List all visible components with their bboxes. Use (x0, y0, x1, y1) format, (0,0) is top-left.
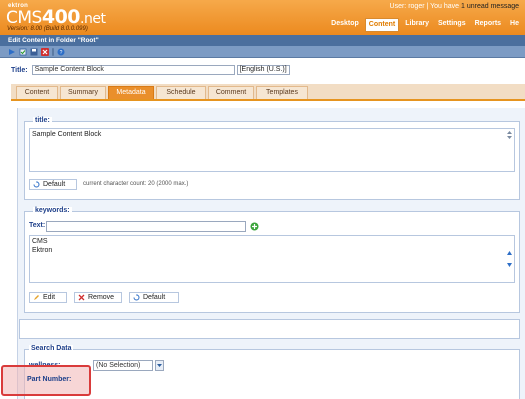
keyword-text-input[interactable] (46, 221, 246, 232)
keywords-scrollbar[interactable] (506, 237, 513, 281)
language-indicator: [English (U.S.)] (236, 65, 290, 75)
tab-content[interactable]: Content (16, 86, 58, 99)
metadata-panel: title: Sample Content Block Default curr… (17, 108, 525, 399)
chevron-down-icon[interactable] (155, 360, 164, 371)
tab-schedule[interactable]: Schedule (156, 86, 206, 99)
logo-number: 400 (41, 6, 81, 28)
tab-templates[interactable]: Templates (256, 86, 308, 99)
keyword-item[interactable]: CMS (32, 237, 512, 246)
nav-settings[interactable]: Settings (435, 18, 469, 32)
user-status: User: roger | You have 1 unread message (390, 3, 519, 10)
keywords-fieldset: keywords: Text: CMS Ektron Edit Remove D… (24, 207, 520, 313)
remove-keyword-button[interactable]: Remove (74, 292, 122, 303)
publish-icon[interactable] (8, 48, 16, 56)
app-logo: CMS400.net (6, 6, 106, 28)
user-text: User: roger | You have (389, 3, 462, 10)
keywords-legend: keywords: (33, 207, 72, 214)
title-default-button[interactable]: Default (29, 179, 77, 190)
title-textarea-value: Sample Content Block (32, 131, 102, 138)
nav-desktop[interactable]: Desktop (328, 18, 362, 32)
title-textarea[interactable]: Sample Content Block (29, 128, 515, 172)
search-data-fieldset: Search Data wellness: (No Selection) (24, 345, 520, 399)
add-keyword-icon[interactable] (250, 222, 259, 233)
app-header: ektron CMS400.net Version: 8.00 (Build 8… (0, 0, 525, 35)
logo-net: .net (80, 11, 106, 27)
keywords-default-button[interactable]: Default (129, 292, 179, 303)
svg-text:?: ? (60, 50, 63, 56)
cancel-icon[interactable] (41, 47, 49, 56)
title-label: Title: (11, 66, 28, 74)
nav-content[interactable]: Content (364, 18, 400, 32)
reset-icon (133, 294, 140, 301)
separator-icon (52, 47, 54, 56)
search-data-legend: Search Data (29, 345, 74, 352)
save-icon[interactable] (30, 48, 38, 56)
main-nav: Desktop Content Library Settings Reports… (328, 18, 525, 32)
nav-help[interactable]: He (507, 18, 522, 32)
editor-toolbar: ? (0, 46, 525, 58)
title-scrollbar[interactable] (506, 130, 513, 170)
part-number-highlight: Part Number: (1, 365, 91, 396)
logo-cms: CMS (6, 8, 42, 28)
edit-label: Edit (43, 294, 56, 301)
tab-comment[interactable]: Comment (208, 86, 254, 99)
cms-window: ektron CMS400.net Version: 8.00 (Build 8… (0, 0, 525, 399)
title-legend: title: (33, 117, 52, 124)
title-fieldset: title: Sample Content Block Default curr… (24, 117, 520, 200)
tab-metadata[interactable]: Metadata (108, 86, 154, 99)
nav-reports[interactable]: Reports (472, 18, 504, 32)
version-label: Version: 8.00 (Build 8.0.0.099) (7, 26, 88, 32)
title-input[interactable]: Sample Content Block (31, 65, 235, 75)
keyword-item[interactable]: Ektron (32, 246, 512, 255)
tab-summary[interactable]: Summary (60, 86, 106, 99)
wellness-select-value: (No Selection) (96, 362, 141, 369)
pencil-icon (33, 294, 40, 301)
nav-library[interactable]: Library (402, 18, 432, 32)
character-count: current character count: 20 (2000 max.) (83, 181, 189, 187)
empty-fieldset (19, 319, 520, 339)
reset-icon (33, 181, 40, 188)
remove-label: Remove (88, 294, 115, 301)
checkin-icon[interactable] (19, 48, 27, 56)
title-row: Title: Sample Content Block [English (U.… (11, 64, 290, 76)
wellness-select[interactable]: (No Selection) (93, 360, 153, 371)
edit-content-titlebar: Edit Content in Folder "Root" (0, 35, 525, 46)
keywords-default-label: Default (143, 294, 166, 301)
tab-strip: Content Summary Metadata Schedule Commen… (11, 84, 525, 101)
part-number-label: Part Number: (27, 376, 72, 383)
help-icon[interactable]: ? (57, 48, 65, 56)
unread-messages-link[interactable]: 1 unread message (461, 3, 519, 10)
text-label: Text: (29, 222, 46, 229)
keywords-list[interactable]: CMS Ektron (29, 235, 515, 283)
remove-icon (78, 294, 85, 301)
edit-keyword-button[interactable]: Edit (29, 292, 67, 303)
title-default-label: Default (43, 181, 66, 188)
